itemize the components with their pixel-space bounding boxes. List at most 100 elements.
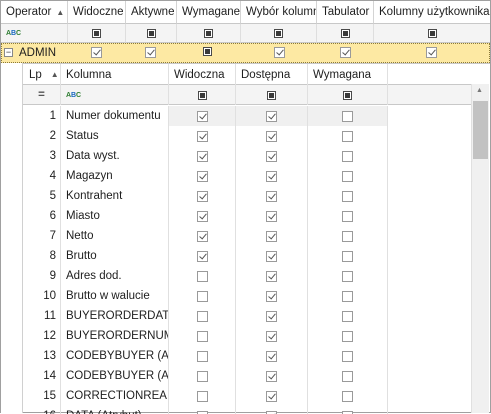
col-header-wymagane[interactable]: Wymagane <box>177 1 241 24</box>
col-header-operator[interactable]: Operator ▲ <box>1 1 68 24</box>
checkbox-indeterminate[interactable] <box>203 47 212 56</box>
dostepna-cell[interactable] <box>236 326 308 346</box>
dostepna-cell[interactable] <box>236 186 308 206</box>
checkbox[interactable] <box>266 171 277 182</box>
scroll-up-icon[interactable]: ▲ <box>476 87 483 94</box>
table-row[interactable]: 11 BUYERORDERDAT... <box>23 306 471 326</box>
checkbox[interactable] <box>197 151 208 162</box>
checkbox[interactable] <box>342 231 353 242</box>
checkbox[interactable] <box>197 291 208 302</box>
filter-cell-aktywne[interactable] <box>126 24 177 43</box>
widoczna-cell[interactable] <box>169 106 236 126</box>
row-checkbox-wymagane[interactable] <box>203 47 212 56</box>
checkbox[interactable] <box>197 231 208 242</box>
col-header-wybor-kolumn[interactable]: Wybór kolumn <box>241 1 317 24</box>
checkbox[interactable] <box>197 171 208 182</box>
filter-checkbox[interactable] <box>267 91 276 100</box>
wymagana-cell[interactable] <box>308 206 388 226</box>
checkbox[interactable] <box>266 111 277 122</box>
dostepna-cell[interactable] <box>236 126 308 146</box>
checkbox[interactable] <box>342 111 353 122</box>
detail-col-dostepna[interactable]: Dostępna <box>236 64 308 85</box>
filter-checkbox[interactable] <box>92 29 101 38</box>
wymagana-cell[interactable] <box>308 146 388 166</box>
scrollbar-thumb[interactable] <box>473 101 488 159</box>
wymagana-cell[interactable] <box>308 366 388 386</box>
col-header-tabulator[interactable]: Tabulator <box>317 1 374 24</box>
table-row[interactable]: 6 Miasto <box>23 206 471 226</box>
wymagana-cell[interactable] <box>308 126 388 146</box>
checkbox[interactable] <box>197 131 208 142</box>
dostepna-cell[interactable] <box>236 386 308 406</box>
filter-cell-wybor-kolumn[interactable] <box>241 24 317 43</box>
wymagana-cell[interactable] <box>308 166 388 186</box>
checkbox[interactable] <box>91 47 102 58</box>
checkbox[interactable] <box>266 371 277 382</box>
table-row[interactable]: 9 Adres dod. <box>23 266 471 286</box>
widoczna-cell[interactable] <box>169 266 236 286</box>
widoczna-cell[interactable] <box>169 326 236 346</box>
checkbox[interactable] <box>266 191 277 202</box>
checkbox[interactable] <box>266 231 277 242</box>
widoczna-cell[interactable] <box>169 206 236 226</box>
widoczna-cell[interactable] <box>169 306 236 326</box>
dostepna-cell[interactable] <box>236 146 308 166</box>
checkbox[interactable] <box>197 351 208 362</box>
dostepna-cell[interactable] <box>236 346 308 366</box>
checkbox[interactable] <box>426 47 437 58</box>
dostepna-cell[interactable] <box>236 246 308 266</box>
checkbox[interactable] <box>197 111 208 122</box>
table-row[interactable]: 7 Netto <box>23 226 471 246</box>
widoczna-cell[interactable] <box>169 146 236 166</box>
checkbox[interactable] <box>266 391 277 402</box>
wymagana-cell[interactable] <box>308 246 388 266</box>
col-header-aktywne[interactable]: Aktywne <box>126 1 177 24</box>
checkbox[interactable] <box>266 151 277 162</box>
table-row[interactable]: 4 Magazyn <box>23 166 471 186</box>
filter-cell-tabulator[interactable] <box>317 24 374 43</box>
col-header-kolumny-uzytkownika[interactable]: Kolumny użytkownika <box>374 1 490 24</box>
table-row[interactable]: 2 Status <box>23 126 471 146</box>
table-row[interactable]: 5 Kontrahent <box>23 186 471 206</box>
checkbox[interactable] <box>266 311 277 322</box>
row-checkbox-widoczne[interactable] <box>91 47 102 58</box>
row-checkbox-aktywne[interactable] <box>145 47 156 58</box>
filter-cell-kolumny-uzytkownika[interactable] <box>374 24 490 43</box>
filter-cell-lp[interactable]: = <box>23 85 61 105</box>
checkbox[interactable] <box>342 171 353 182</box>
checkbox[interactable] <box>342 291 353 302</box>
checkbox[interactable] <box>266 251 277 262</box>
wymagana-cell[interactable] <box>308 106 388 126</box>
checkbox[interactable] <box>145 47 156 58</box>
checkbox[interactable] <box>342 391 353 402</box>
checkbox[interactable] <box>266 271 277 282</box>
wymagana-cell[interactable] <box>308 226 388 246</box>
filter-checkbox[interactable] <box>147 29 156 38</box>
checkbox[interactable] <box>266 131 277 142</box>
dostepna-cell[interactable] <box>236 286 308 306</box>
row-checkbox-wybor-kolumn[interactable] <box>274 47 285 58</box>
widoczna-cell[interactable] <box>169 366 236 386</box>
checkbox[interactable] <box>266 211 277 222</box>
filter-cell-widoczne[interactable] <box>68 24 126 43</box>
widoczna-cell[interactable] <box>169 186 236 206</box>
widoczna-cell[interactable] <box>169 246 236 266</box>
table-row[interactable]: 14 CODEBYBUYER (At... <box>23 366 471 386</box>
checkbox[interactable] <box>266 331 277 342</box>
checkbox[interactable] <box>197 211 208 222</box>
widoczna-cell[interactable] <box>169 346 236 366</box>
checkbox[interactable] <box>197 271 208 282</box>
dostepna-cell[interactable] <box>236 226 308 246</box>
filter-checkbox[interactable] <box>428 29 437 38</box>
row-checkbox-tabulator[interactable] <box>340 47 351 58</box>
widoczna-cell[interactable] <box>169 126 236 146</box>
checkbox[interactable] <box>342 151 353 162</box>
table-row[interactable] <box>1 43 490 63</box>
filter-checkbox[interactable] <box>343 91 352 100</box>
widoczna-cell[interactable] <box>169 386 236 406</box>
table-row[interactable]: 13 CODEBYBUYER (At... <box>23 346 471 366</box>
checkbox[interactable] <box>266 351 277 362</box>
checkbox[interactable] <box>342 251 353 262</box>
wymagana-cell[interactable] <box>308 386 388 406</box>
detail-col-kolumna[interactable]: Kolumna <box>61 64 169 85</box>
